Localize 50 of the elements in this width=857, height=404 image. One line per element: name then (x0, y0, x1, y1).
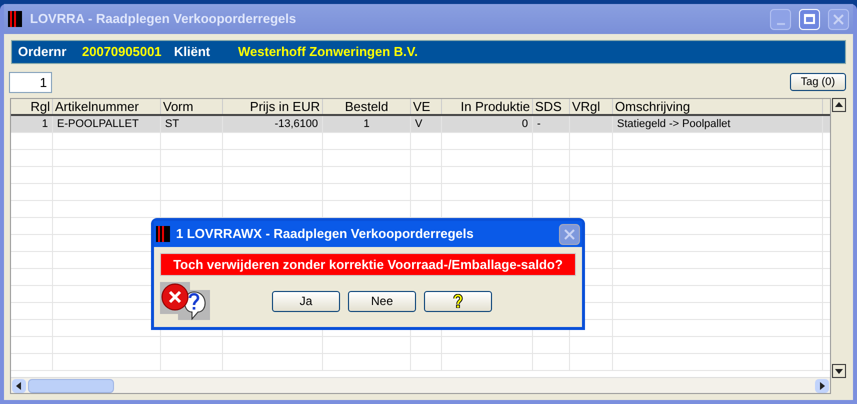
client-label: Kliënt (174, 43, 212, 62)
close-icon (833, 14, 844, 24)
column-header[interactable]: Artikelnummer (53, 99, 161, 114)
column-header[interactable]: VRgl (570, 99, 613, 114)
tag-button[interactable]: Tag (0) (790, 73, 846, 91)
table-cell: ST (161, 116, 223, 132)
column-header[interactable]: Prijs in EUR (223, 99, 323, 114)
column-header[interactable]: Vorm (161, 99, 223, 114)
close-icon (564, 228, 575, 240)
dialog-close-button[interactable] (559, 224, 580, 244)
dialog-button[interactable]: Nee (348, 290, 416, 312)
error-question-icon (160, 282, 212, 320)
column-header[interactable]: VE (411, 99, 442, 114)
table-cell: 0 (442, 116, 533, 132)
left-arrow-icon[interactable] (15, 382, 23, 390)
maximize-button[interactable] (799, 8, 820, 30)
down-arrow-icon[interactable] (835, 367, 843, 375)
scroll-down-button[interactable] (832, 364, 846, 378)
table-cell: 1 (11, 116, 53, 132)
client-name: Westerhoff Zonweringen B.V. (238, 43, 418, 62)
column-header[interactable]: Omschrijving (613, 99, 823, 114)
horizontal-scrollbar[interactable] (11, 377, 830, 393)
app-logo-icon (8, 11, 22, 27)
dialog-title: 1 LOVRRAWX - Raadplegen Verkooporderregels (176, 225, 475, 244)
order-number: 20070905001 (82, 43, 163, 62)
count-field[interactable]: 1 (9, 72, 52, 92)
table-cell: - (533, 116, 570, 132)
right-arrow-icon[interactable] (818, 382, 826, 390)
app-logo-icon (156, 226, 170, 242)
scrollbar-thumb[interactable] (28, 378, 114, 392)
table-cell: 1 (323, 116, 411, 132)
table-cell: Statiegeld -> Poolpallet (613, 116, 823, 132)
column-header[interactable]: In Produktie (442, 99, 533, 114)
warning-message: Toch verwijderen zonder korrektie Voorraad-/Emballage-saldo? (160, 253, 576, 276)
up-arrow-icon[interactable] (835, 101, 843, 109)
column-header[interactable]: Besteld (323, 99, 411, 114)
table-cell: -13,6100 (223, 116, 323, 132)
table-cell: E-POOLPALLET (53, 116, 161, 132)
column-header[interactable]: SDS (533, 99, 570, 114)
order-label: Ordernr (17, 43, 68, 62)
scroll-left-button[interactable] (12, 378, 26, 392)
window-title: LOVRRA - Raadplegen Verkooporderregels (30, 10, 298, 28)
table-cell: V (411, 116, 442, 132)
column-header[interactable]: Rgl (11, 99, 53, 114)
help-button[interactable] (424, 290, 492, 312)
scroll-right-button[interactable] (815, 378, 829, 392)
dialog-button[interactable]: Ja (272, 290, 340, 312)
question-mark-icon (453, 294, 463, 308)
scroll-up-button[interactable] (832, 98, 846, 112)
table-row[interactable]: 1 E-POOLPALLET ST -13,6100 1 V 0 - Statiegeld -> Poolpallet (11, 116, 830, 133)
